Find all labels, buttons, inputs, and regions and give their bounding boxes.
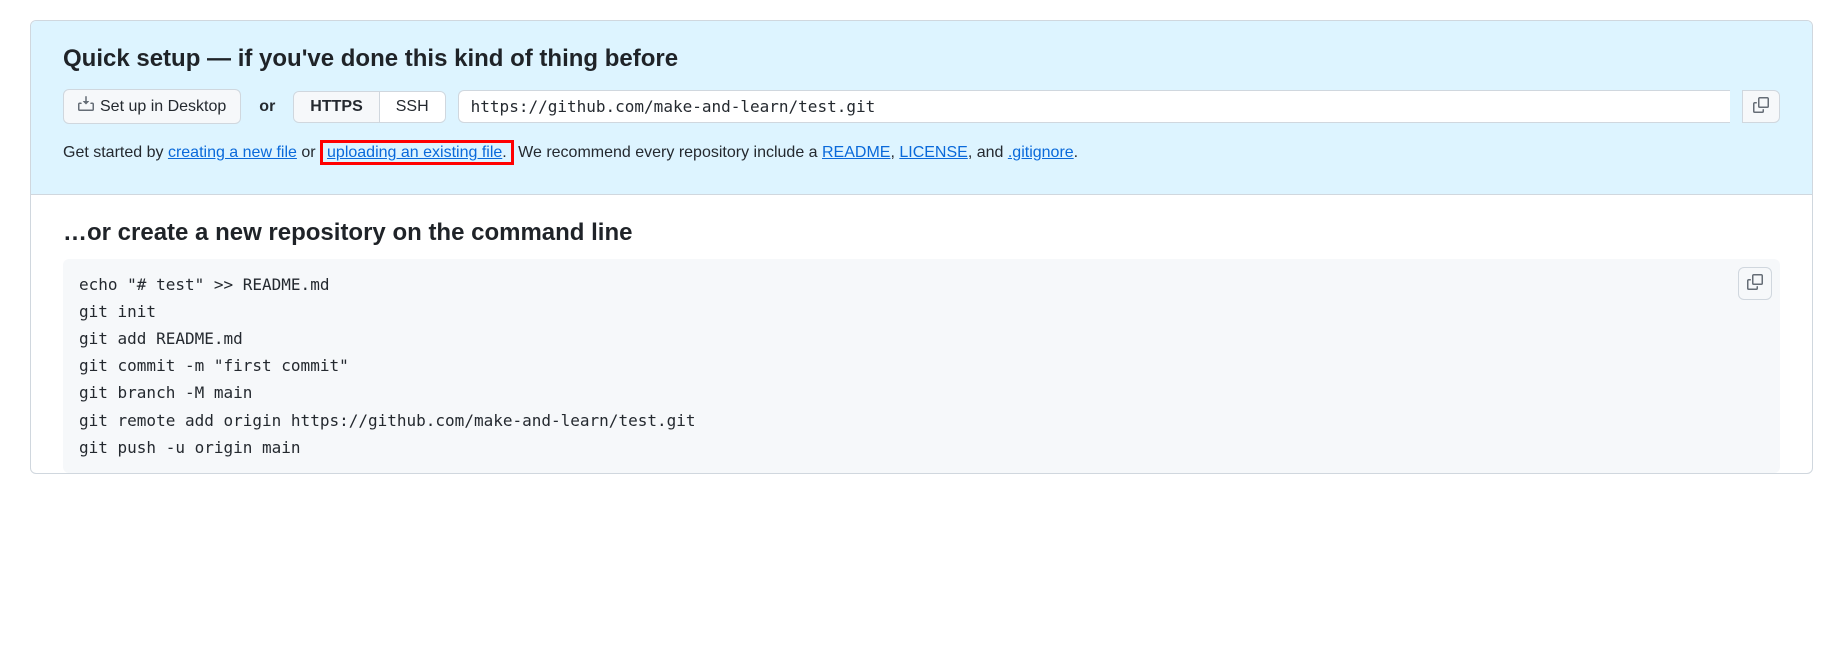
copy-icon: [1747, 278, 1763, 293]
gs-or: or: [297, 144, 320, 161]
code-text: echo "# test" >> README.md git init git …: [79, 275, 696, 457]
get-started-text: Get started by creating a new file or up…: [63, 140, 1780, 166]
gitignore-link[interactable]: .gitignore: [1008, 144, 1074, 161]
gs-period: .: [502, 144, 506, 161]
setup-desktop-label: Set up in Desktop: [100, 98, 226, 116]
protocol-toggle: HTTPS SSH: [293, 91, 445, 123]
quick-setup-heading: Quick setup — if you've done this kind o…: [63, 45, 1780, 73]
license-link[interactable]: LICENSE: [899, 144, 967, 161]
gs-suffix: .: [1074, 144, 1078, 161]
clone-url-input[interactable]: [458, 90, 1730, 123]
command-line-section: …or create a new repository on the comma…: [31, 195, 1812, 473]
quick-setup-section: Quick setup — if you've done this kind o…: [31, 21, 1812, 195]
ssh-tab[interactable]: SSH: [380, 92, 445, 122]
setup-desktop-button[interactable]: Set up in Desktop: [63, 89, 241, 124]
or-separator: or: [259, 98, 275, 116]
gs-prefix: Get started by: [63, 144, 168, 161]
command-line-heading: …or create a new repository on the comma…: [63, 219, 1780, 247]
gs-middle: We recommend every repository include a: [514, 144, 822, 161]
desktop-icon: [78, 96, 94, 117]
copy-code-button[interactable]: [1738, 267, 1772, 300]
command-line-code: echo "# test" >> README.md git init git …: [63, 259, 1780, 473]
repo-setup-panel: Quick setup — if you've done this kind o…: [30, 20, 1813, 474]
upload-highlight: uploading an existing file.: [320, 140, 514, 165]
copy-icon: [1753, 97, 1769, 116]
gs-sep2: , and: [968, 144, 1008, 161]
upload-existing-file-link[interactable]: uploading an existing file: [327, 144, 502, 161]
gs-sep1: ,: [890, 144, 899, 161]
copy-url-button[interactable]: [1742, 90, 1780, 123]
readme-link[interactable]: README: [822, 144, 890, 161]
https-tab[interactable]: HTTPS: [294, 92, 379, 122]
setup-controls-row: Set up in Desktop or HTTPS SSH: [63, 89, 1780, 124]
create-new-file-link[interactable]: creating a new file: [168, 144, 297, 161]
